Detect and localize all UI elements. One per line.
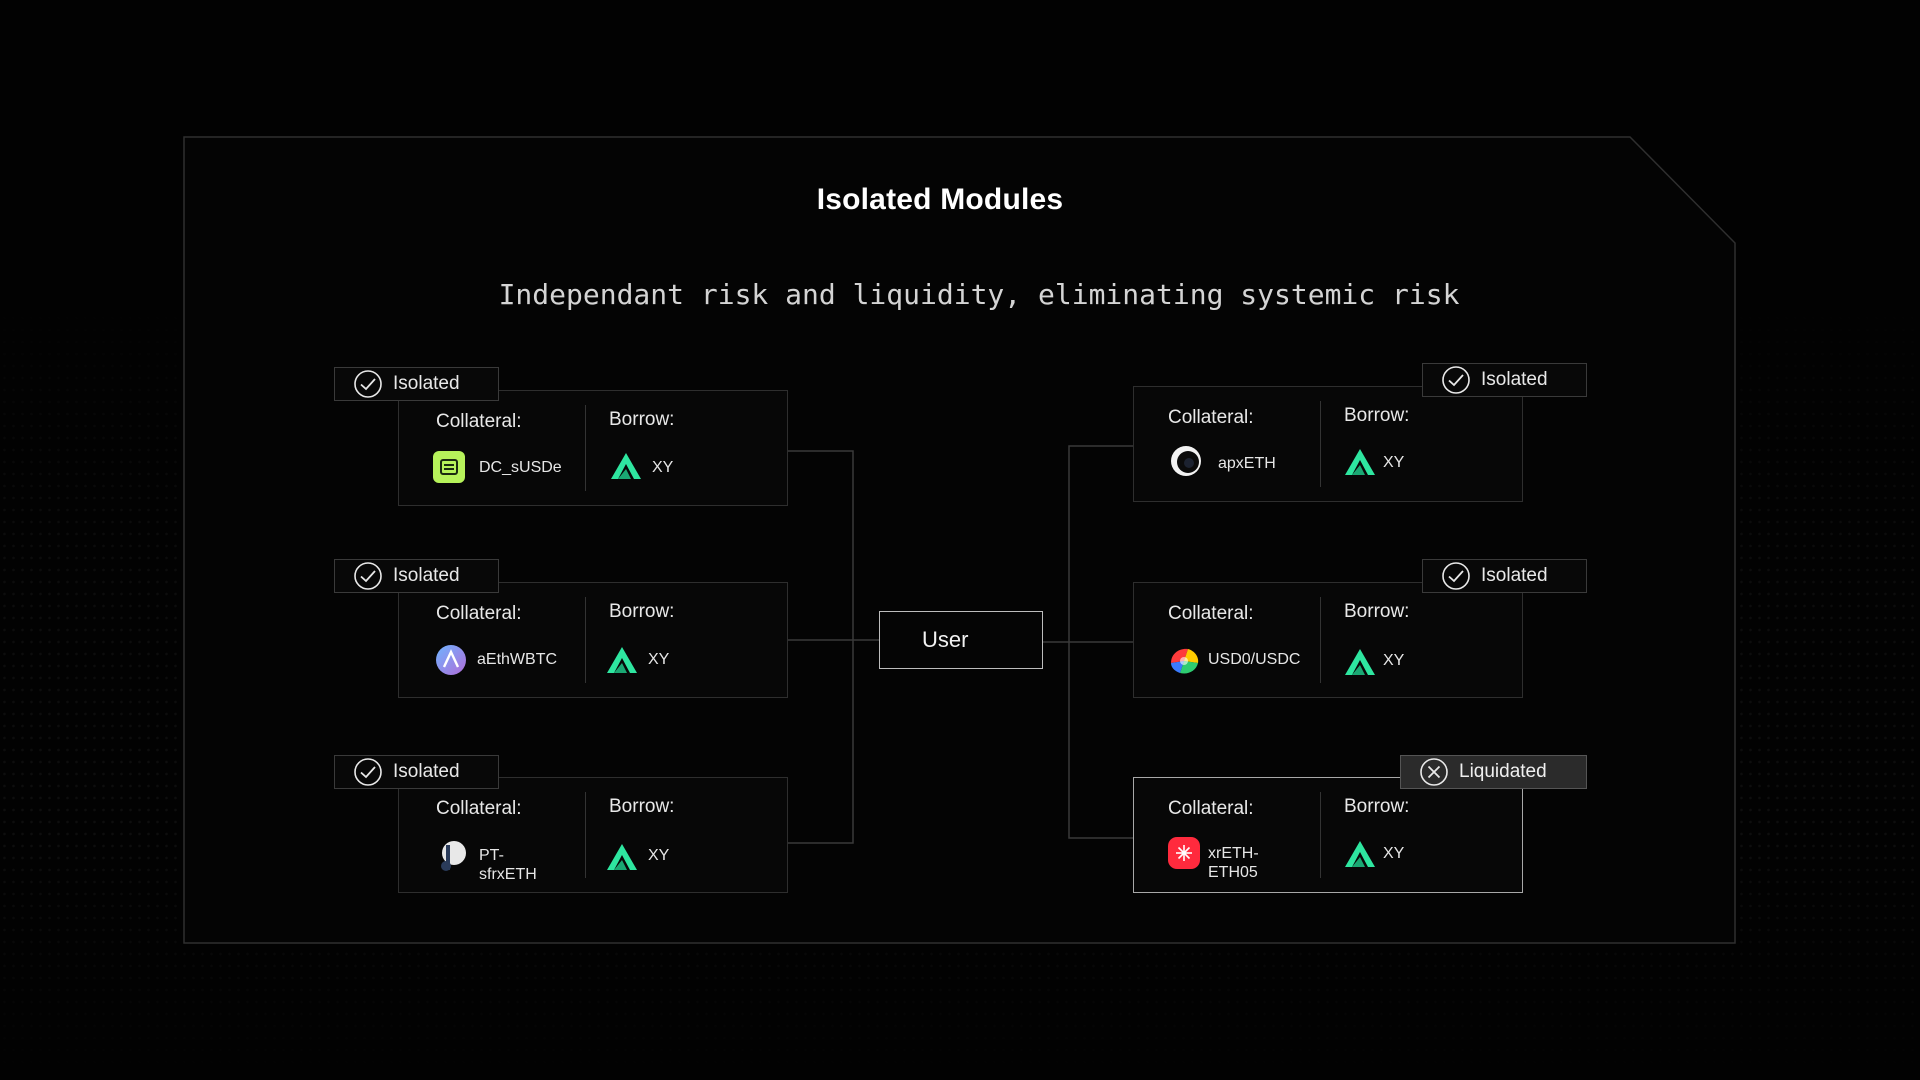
status-badge-isolated: Isolated xyxy=(334,559,499,593)
check-circle-icon xyxy=(1442,562,1470,590)
xy-logo-icon xyxy=(1345,841,1375,867)
xy-logo-icon xyxy=(1345,449,1375,475)
status-text: Isolated xyxy=(393,565,460,586)
module-right-1: Collateral: Borrow: apxETH XY xyxy=(1133,386,1523,502)
borrow-label: Borrow: xyxy=(1344,405,1410,426)
collateral-asset-name: xrETH-ETH05 xyxy=(1208,845,1259,881)
left-connector-bracket xyxy=(788,450,854,844)
borrow-asset-name: XY xyxy=(1383,454,1405,471)
status-badge-liquidated: Liquidated xyxy=(1400,755,1587,789)
check-circle-icon xyxy=(1442,366,1470,394)
collateral-label: Collateral: xyxy=(1168,603,1254,624)
page-title: Isolated Modules xyxy=(816,183,1064,216)
x-circle-icon xyxy=(1420,758,1448,786)
module-divider xyxy=(1320,792,1321,878)
susde-icon xyxy=(433,451,465,483)
status-text: Isolated xyxy=(393,373,460,394)
module-left-2: Collateral: Borrow: aEthWBTC XY xyxy=(398,582,788,698)
collateral-label: Collateral: xyxy=(436,798,522,819)
user-node: User xyxy=(879,611,1043,669)
status-badge-isolated: Isolated xyxy=(334,755,499,789)
borrow-label: Borrow: xyxy=(609,409,675,430)
status-text: Liquidated xyxy=(1459,761,1547,782)
pendle-icon xyxy=(441,841,466,871)
module-right-2: Collateral: Borrow: USD0/USDC XY xyxy=(1133,582,1523,698)
collateral-asset-name: aEthWBTC xyxy=(477,651,558,668)
user-label: User xyxy=(922,627,969,652)
module-divider xyxy=(585,405,586,491)
status-text: Isolated xyxy=(1481,565,1548,586)
xreth-icon xyxy=(1168,837,1200,869)
module-divider xyxy=(1320,401,1321,487)
module-right-3: Collateral: Borrow: xrETH-ETH05 XY xyxy=(1133,777,1523,893)
status-badge-isolated: Isolated xyxy=(1422,559,1587,593)
borrow-asset-name: XY xyxy=(648,651,670,668)
collateral-label: Collateral: xyxy=(1168,407,1254,428)
check-circle-icon xyxy=(354,370,382,398)
apxeth-icon xyxy=(1171,446,1201,476)
module-divider xyxy=(1320,597,1321,683)
collateral-asset-name: DC_sUSDe xyxy=(479,459,562,476)
check-circle-icon xyxy=(354,758,382,786)
curve-icon xyxy=(1171,648,1199,674)
diagram-frame xyxy=(183,136,1736,944)
collateral-label: Collateral: xyxy=(436,411,522,432)
borrow-label: Borrow: xyxy=(1344,796,1410,817)
collateral-label: Collateral: xyxy=(436,603,522,624)
collateral-asset-name: USD0/USDC xyxy=(1208,651,1301,668)
xy-logo-icon xyxy=(607,647,637,673)
borrow-label: Borrow: xyxy=(609,796,675,817)
check-circle-icon xyxy=(354,562,382,590)
module-left-1: Collateral: Borrow: DC_sUSDe XY xyxy=(398,390,788,506)
borrow-label: Borrow: xyxy=(609,601,675,622)
collateral-asset-name: PT-sfrxETH xyxy=(479,847,537,883)
status-badge-isolated: Isolated xyxy=(334,367,499,401)
collateral-label: Collateral: xyxy=(1168,798,1254,819)
xy-logo-icon xyxy=(611,453,641,479)
collateral-asset-name: apxETH xyxy=(1218,455,1276,472)
page-subtitle: Independant risk and liquidity, eliminat… xyxy=(498,278,1460,311)
module-left-3: Collateral: Borrow: PT-sfrxETH XY xyxy=(398,777,788,893)
borrow-label: Borrow: xyxy=(1344,601,1410,622)
aave-icon xyxy=(436,645,466,675)
status-text: Isolated xyxy=(1481,369,1548,390)
status-badge-isolated: Isolated xyxy=(1422,363,1587,397)
borrow-asset-name: XY xyxy=(1383,652,1405,669)
status-text: Isolated xyxy=(393,761,460,782)
xy-logo-icon xyxy=(607,844,637,870)
borrow-asset-name: XY xyxy=(652,459,674,476)
borrow-asset-name: XY xyxy=(648,847,670,864)
module-divider xyxy=(585,597,586,683)
borrow-asset-name: XY xyxy=(1383,845,1405,862)
xy-logo-icon xyxy=(1345,649,1375,675)
module-divider xyxy=(585,792,586,878)
